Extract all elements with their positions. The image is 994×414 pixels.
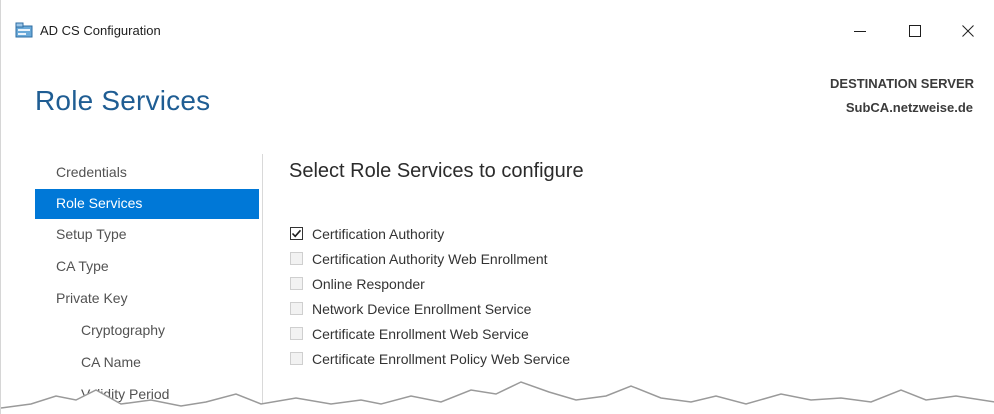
option-label: Certification Authority: [312, 225, 445, 242]
checkbox-disabled[interactable]: [290, 302, 303, 315]
title-bar: AD CS Configuration: [1, 0, 994, 60]
destination-server-name: SubCA.netzweise.de: [845, 100, 973, 115]
option-online-responder[interactable]: Online Responder: [290, 271, 570, 296]
checkbox-checked[interactable]: [290, 227, 303, 240]
option-certification-authority[interactable]: Certification Authority: [290, 221, 570, 246]
nav-item-ca-type[interactable]: CA Type: [35, 251, 259, 283]
nav-item-role-services[interactable]: Role Services: [35, 189, 259, 219]
torn-edge-effect: [1, 381, 994, 414]
option-label: Online Responder: [312, 275, 425, 292]
minimize-button[interactable]: [837, 14, 883, 48]
option-ndes[interactable]: Network Device Enrollment Service: [290, 296, 570, 321]
destination-server-label: DESTINATION SERVER: [830, 76, 974, 91]
close-icon: [962, 25, 974, 37]
minimize-icon: [854, 31, 866, 32]
page-title: Role Services: [35, 85, 211, 116]
checkmark-icon: [291, 229, 302, 238]
checkbox-disabled[interactable]: [290, 277, 303, 290]
server-certificate-icon: [15, 22, 33, 38]
ad-cs-configuration-window: AD CS Configuration Role Services DESTIN…: [0, 0, 994, 414]
nav-item-private-key[interactable]: Private Key: [35, 283, 259, 315]
maximize-button[interactable]: [892, 14, 938, 48]
option-cert-enrollment-web-service[interactable]: Certificate Enrollment Web Service: [290, 321, 570, 346]
nav-item-credentials[interactable]: Credentials: [35, 157, 259, 189]
option-label: Certificate Enrollment Web Service: [312, 325, 529, 342]
option-label: Network Device Enrollment Service: [312, 300, 532, 317]
option-ca-web-enrollment[interactable]: Certification Authority Web Enrollment: [290, 246, 570, 271]
nav-item-setup-type[interactable]: Setup Type: [35, 219, 259, 251]
maximize-icon: [909, 25, 921, 37]
role-services-list: Certification Authority Certification Au…: [290, 221, 570, 371]
window-title: AD CS Configuration: [40, 23, 161, 38]
nav-item-cryptography[interactable]: Cryptography: [35, 315, 259, 347]
checkbox-disabled[interactable]: [290, 327, 303, 340]
checkbox-disabled[interactable]: [290, 252, 303, 265]
option-label: Certification Authority Web Enrollment: [312, 250, 548, 267]
section-title: Select Role Services to configure: [289, 160, 584, 182]
close-button[interactable]: [945, 14, 991, 48]
